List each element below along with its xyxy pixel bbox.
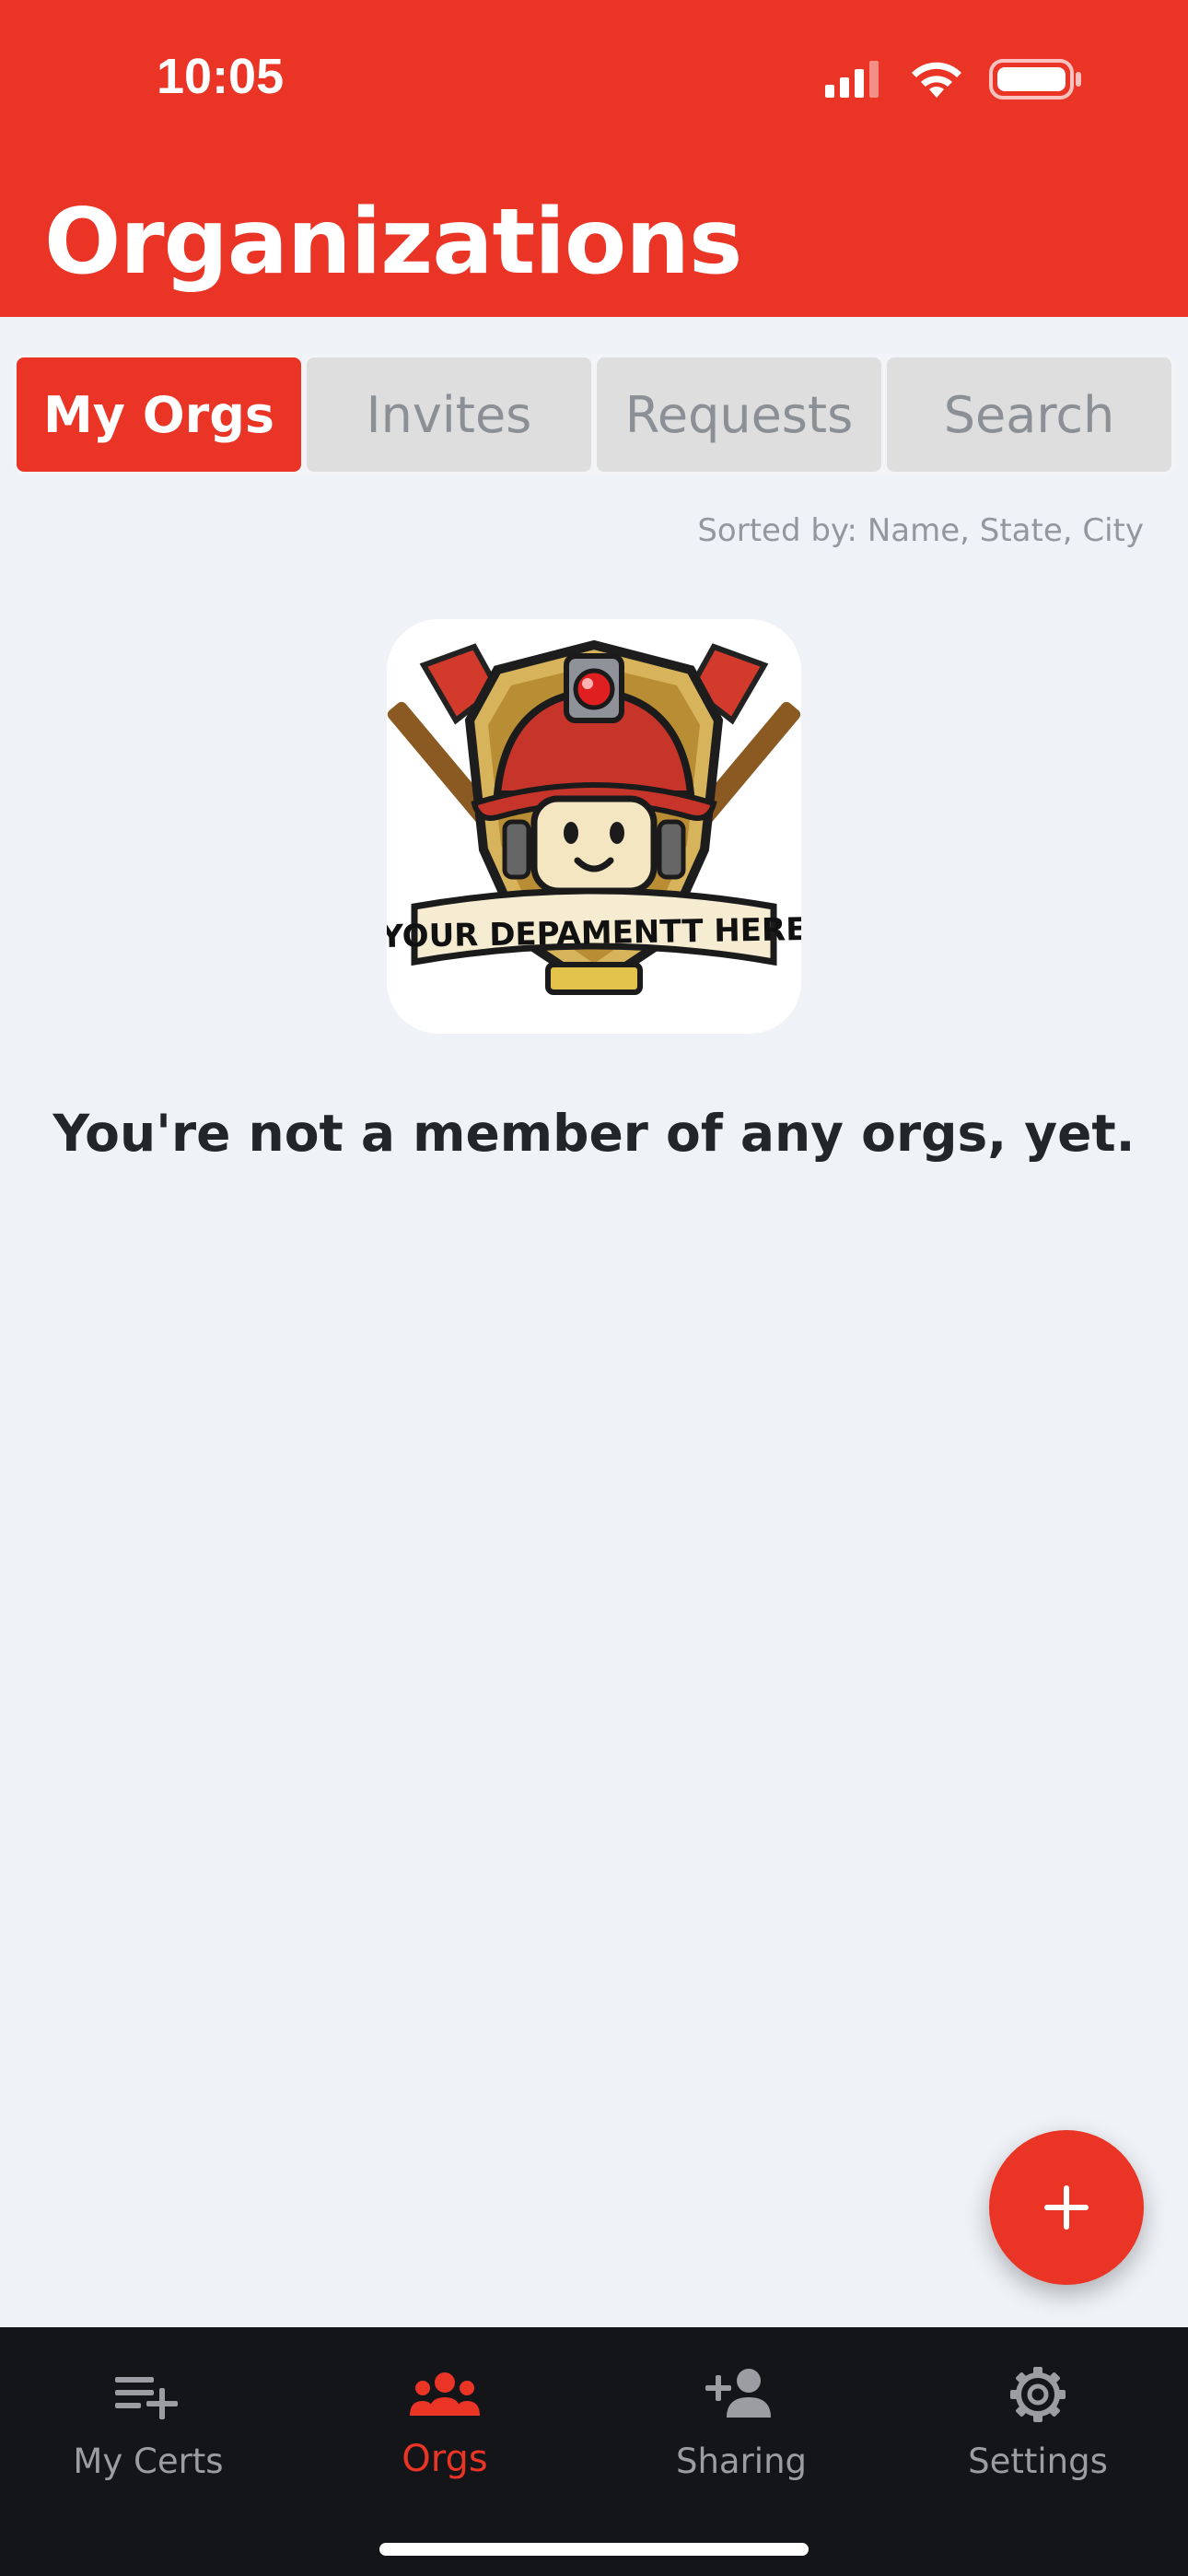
nav-tab-settings[interactable]: Settings: [890, 2327, 1186, 2512]
tab-requests[interactable]: Requests: [597, 357, 881, 472]
nav-tab-label: Settings: [968, 2441, 1108, 2481]
wifi-icon: [912, 62, 961, 98]
nav-tab-orgs[interactable]: Orgs: [297, 2327, 593, 2512]
nav-tab-label: Sharing: [675, 2441, 808, 2481]
department-logo: YOUR DEPAMENTT HERE: [387, 619, 801, 1034]
empty-state-message: You're not a member of any orgs, yet.: [52, 1104, 1136, 1163]
status-bar-icons: [820, 57, 1087, 101]
sort-indicator: Sorted by: Name, State, City: [697, 512, 1144, 549]
nav-tab-label: My Certs: [73, 2441, 224, 2481]
tab-my-orgs[interactable]: My Orgs: [17, 357, 301, 472]
status-bar-time: 10:05: [157, 49, 285, 104]
banner-text: YOUR DEPAMENTT HERE: [387, 911, 801, 955]
page-title: Organizations: [44, 190, 742, 295]
battery-icon: [989, 59, 1081, 100]
orgs-segmented-control: My Orgs Invites Requests Search: [13, 354, 1175, 475]
gear-icon: [1010, 2367, 1066, 2422]
person-add-icon: [705, 2369, 771, 2418]
bottom-tab-bar: My Certs Orgs Sharing Settings: [0, 2327, 1188, 2576]
tab-invites[interactable]: Invites: [307, 357, 591, 472]
plus-icon: [1044, 2185, 1089, 2230]
home-indicator: [379, 2543, 809, 2556]
nav-tab-my-certs[interactable]: My Certs: [0, 2327, 297, 2512]
add-org-button[interactable]: [989, 2130, 1144, 2285]
playlist-add-icon: [115, 2377, 178, 2419]
app-header: 10:05 Organizations: [0, 0, 1188, 317]
nav-tab-label: Orgs: [402, 2438, 488, 2480]
cellular-signal-icon: [825, 61, 879, 98]
tab-search[interactable]: Search: [887, 357, 1171, 472]
nav-tab-sharing[interactable]: Sharing: [593, 2327, 890, 2512]
groups-icon: [410, 2372, 480, 2416]
department-banner: YOUR DEPAMENTT HERE: [387, 887, 801, 966]
